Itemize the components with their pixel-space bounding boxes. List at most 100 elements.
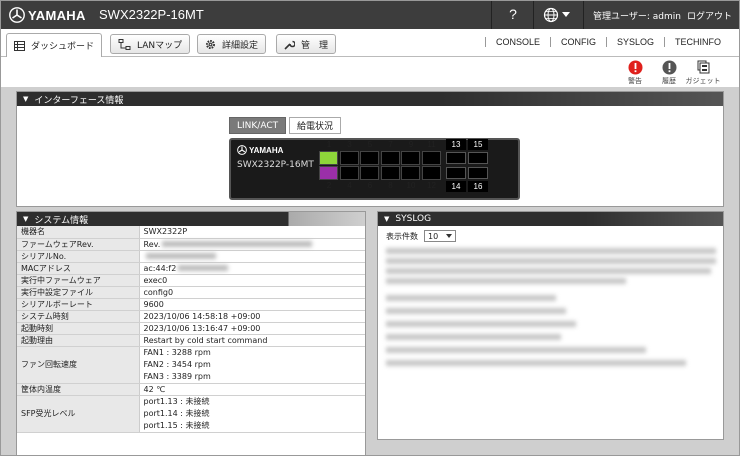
gadget-button[interactable]: ガジェット: [685, 60, 721, 86]
help-button[interactable]: ?: [501, 6, 525, 22]
port-7[interactable]: [380, 151, 400, 165]
value-text: config0: [143, 287, 174, 297]
count-label: 表示件数: [386, 231, 418, 241]
value-line: FAN3 : 3389 rpm: [143, 371, 211, 381]
value-line: FAN1 : 3288 rpm: [143, 347, 211, 357]
value-text: 42 ℃: [143, 384, 166, 394]
panel-header[interactable]: ▼ インターフェース情報: [17, 92, 723, 106]
port-number-label: 12: [427, 181, 436, 190]
sfp-port-13[interactable]: [446, 152, 466, 164]
tab-lan-map[interactable]: LANマップ: [110, 34, 191, 54]
value-line: FAN2 : 3454 rpm: [143, 359, 211, 369]
row-value: 42 ℃: [139, 383, 365, 396]
row-key: ファームウェアRev.: [17, 238, 140, 251]
port-number-label: 10: [406, 181, 416, 190]
yamaha-emblem-icon: [9, 7, 25, 23]
gadget-icon: [685, 60, 721, 76]
value-text: 9600: [143, 299, 164, 309]
row-value: [139, 250, 365, 263]
history-button[interactable]: 履歴: [651, 60, 687, 86]
syslog-link[interactable]: SYSLOG: [605, 37, 664, 47]
row-key: MACアドレス: [17, 262, 140, 275]
table-row: 実行中設定ファイル config0: [17, 286, 365, 299]
logout-link[interactable]: ログアウト: [687, 9, 732, 22]
console-link[interactable]: CONSOLE: [484, 37, 550, 47]
table-row: 起動理由 Restart by cold start command: [17, 334, 365, 347]
port-10[interactable]: [401, 166, 420, 180]
row-value: SWX2322P: [139, 226, 365, 239]
row-key: 筐体内温度: [17, 383, 140, 396]
link-act-button[interactable]: LINK/ACT: [229, 117, 287, 134]
port-4[interactable]: [339, 166, 359, 180]
dashboard-area: ▼ インターフェース情報 LINK/ACT 給電状況 YAMAHA SWX232…: [1, 87, 739, 455]
syslog-panel: ▼ SYSLOG 表示件数 10: [377, 211, 724, 440]
sfp-number-label: 15: [468, 139, 488, 150]
port-number-label: 2: [326, 181, 332, 190]
caret-down-icon: [562, 12, 570, 17]
sfp-number-label: 13: [446, 139, 466, 150]
panel-title: インターフェース情報: [34, 95, 124, 106]
port-5[interactable]: [360, 151, 379, 165]
port-3[interactable]: [339, 151, 359, 165]
history-icon: [651, 60, 687, 76]
row-value: Rev.: [139, 238, 365, 251]
model-name: SWX2322P-16MT: [99, 7, 204, 22]
port-number-label: 3: [347, 140, 352, 149]
sfp-port-15[interactable]: [468, 152, 488, 164]
row-value: port1.13 : 未接続 port1.14 : 未接続 port1.15 : 未…: [139, 395, 365, 433]
alert-button[interactable]: 警告: [617, 60, 653, 86]
table-row: ファームウェアRev. Rev.: [17, 238, 365, 251]
row-key: システム時刻: [17, 310, 140, 323]
tab-label: 詳細設定: [222, 40, 259, 51]
alert-icon: [617, 60, 653, 76]
log-line: [386, 258, 716, 264]
port-number-label: 5: [367, 140, 373, 149]
sfp-number-label: 16: [468, 181, 488, 192]
tab-label: 管 理: [301, 40, 329, 51]
row-value: ac:44:f2: [139, 262, 365, 275]
language-button[interactable]: [543, 7, 570, 23]
dashboard-icon: [14, 40, 25, 51]
row-value: Restart by cold start command: [139, 334, 365, 347]
notification-bar: 警告 履歴 ガジェット: [1, 58, 739, 87]
port-8[interactable]: [380, 166, 400, 180]
panel-header[interactable]: ▼ システム情報: [17, 212, 365, 226]
port-11[interactable]: [421, 151, 441, 165]
config-link[interactable]: CONFIG: [549, 37, 606, 47]
collapse-triangle-icon: ▼: [384, 215, 390, 223]
history-label: 履歴: [662, 77, 676, 85]
tab-dashboard[interactable]: ダッシュボード: [6, 33, 103, 57]
divider: [583, 1, 584, 29]
interface-panel: ▼ インターフェース情報 LINK/ACT 給電状況 YAMAHA SWX232…: [16, 91, 724, 207]
divider: [491, 1, 492, 29]
yamaha-logo: YAMAHA: [9, 7, 86, 23]
techinfo-link[interactable]: TECHINFO: [664, 37, 731, 47]
value-line: port1.13 : 未接続: [143, 396, 210, 406]
value-text: 2023/10/06 14:58:18 +09:00: [143, 311, 261, 321]
port-6[interactable]: [360, 166, 379, 180]
sfp-port-14[interactable]: [446, 167, 466, 179]
gear-icon: [205, 39, 216, 50]
power-status-button[interactable]: 給電状況: [289, 117, 342, 134]
tab-bar: ダッシュボード LANマップ 詳細設定 管 理 CONSOLE CONFIG S…: [1, 29, 739, 57]
port-number-label: 6: [367, 181, 373, 190]
log-line: [386, 268, 711, 274]
tab-advanced-settings[interactable]: 詳細設定: [197, 34, 267, 54]
sfp-port-16[interactable]: [468, 167, 488, 179]
row-key: ファン回転速度: [17, 346, 140, 384]
tab-management[interactable]: 管 理: [276, 34, 337, 54]
port-number-label: 8: [388, 181, 393, 190]
port-1[interactable]: [319, 151, 338, 165]
panel-title: SYSLOG: [395, 214, 432, 224]
switch-model: SWX2322P-16MT: [237, 160, 314, 170]
port-12[interactable]: [421, 166, 441, 180]
globe-icon: [543, 7, 559, 23]
yamaha-emblem-icon: [237, 145, 247, 155]
table-row: システム時刻 2023/10/06 14:58:18 +09:00: [17, 310, 365, 323]
log-line: [386, 278, 626, 284]
value-text: Restart by cold start command: [143, 335, 268, 345]
port-9[interactable]: [401, 151, 420, 165]
port-2[interactable]: [319, 166, 338, 180]
panel-header[interactable]: ▼ SYSLOG: [378, 212, 723, 226]
count-select[interactable]: 10: [424, 230, 456, 242]
